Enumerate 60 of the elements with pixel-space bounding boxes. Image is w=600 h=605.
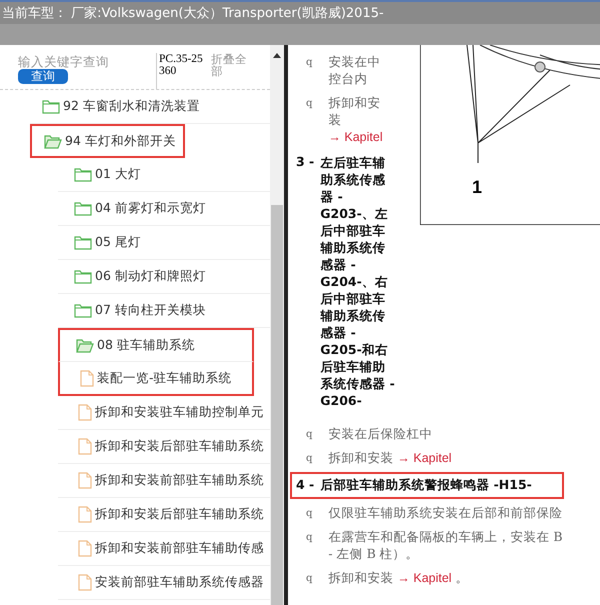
bullet-text: 拆卸和安装	[328, 95, 380, 127]
figure-label: 1	[472, 177, 482, 197]
bullet-marker: q	[305, 428, 312, 442]
search-button[interactable]: 查询	[18, 69, 68, 84]
open-folder-icon	[44, 134, 62, 148]
item-number: 4 -	[296, 477, 314, 494]
open-folder-icon	[76, 338, 94, 353]
tree-item[interactable]: 06 制动灯和牌照灯	[58, 260, 270, 294]
vehicle-title: 当前车型： 厂家:Volkswagen(大众）Transporter(凯路威)2015-	[1, 5, 384, 22]
document-icon	[78, 438, 92, 455]
kapitel-link[interactable]: → Kapitel	[397, 451, 452, 465]
tree-item[interactable]: 安装前部驻车辅助系统传感器	[58, 566, 270, 600]
folder-icon	[74, 201, 92, 216]
document-icon	[78, 472, 92, 489]
tree-item[interactable]: 装配一览-驻车辅助系统	[58, 362, 254, 396]
tree-item[interactable]: 08 驻车辅助系统	[58, 328, 254, 362]
scroll-up-icon[interactable]	[272, 51, 282, 59]
kapitel-link[interactable]: → Kapitel	[328, 130, 383, 144]
part-code: PC.35-25360	[156, 53, 205, 89]
scrollbar[interactable]	[270, 45, 284, 605]
document-icon	[78, 404, 92, 421]
tree-item[interactable]: 拆卸和安装前部驻车辅助系统	[58, 464, 270, 498]
bullet-marker: q	[305, 572, 312, 586]
tree-item[interactable]: 拆卸和安装后部驻车辅助系统	[58, 430, 270, 464]
item-heading: 左后驻车辅助系统传感器 -G203-、左后中部驻车辅助系统传感器 -G204-、右后中部驻车辅助系统传感器 -G205-和右后驻车辅助系统传感器 -G206-	[320, 154, 396, 409]
bullet-marker: q	[305, 507, 312, 521]
document-icon	[78, 574, 92, 591]
bullet-text: 安装在中控台内	[328, 54, 380, 86]
folder-icon	[74, 269, 92, 284]
scroll-thumb[interactable]	[271, 205, 283, 605]
document-icon	[78, 506, 92, 523]
bullet-text: - 左侧 B 柱）。	[328, 546, 420, 563]
folder-icon	[42, 99, 60, 114]
document-icon	[78, 540, 92, 557]
tree-item[interactable]: 01 大灯	[58, 158, 270, 192]
bullet-marker: q	[305, 452, 312, 466]
item-heading: 后部驻车辅助系统警报蜂鸣器 -H15-	[320, 477, 532, 494]
tree-item[interactable]: 05 尾灯	[58, 226, 270, 260]
document-icon	[80, 370, 94, 386]
tree-item[interactable]: 04 前雾灯和示宽灯	[58, 192, 270, 226]
tree-item[interactable]: 92 车窗刮水和清洗装置	[30, 90, 270, 124]
bullet-text: 安装在后保险杠中	[328, 426, 432, 441]
folder-icon	[74, 167, 92, 182]
tree-item[interactable]: 拆卸和安装后部驻车辅助系统	[58, 498, 270, 532]
bullet-marker: q	[305, 531, 312, 545]
bullet-text: 拆卸和安装	[328, 450, 394, 465]
tree-item[interactable]: 拆卸和安装驻车辅助控制单元	[58, 396, 270, 430]
tree-item[interactable]: 94 车灯和外部开关	[30, 124, 185, 158]
bullet-text: 在露营车和配备隔板的车辆上，安装在 B	[328, 529, 563, 544]
bullet-text: 仅限驻车辅助系统安装在后部和前部保险	[328, 505, 562, 520]
item-number: 3 -	[296, 154, 314, 171]
tree-item[interactable]: 拆卸和安装前部驻车辅助传感	[58, 532, 270, 566]
folder-icon	[74, 235, 92, 250]
bullet-text: 。	[456, 570, 469, 585]
bullet-text: 拆卸和安装	[328, 570, 394, 585]
bullet-marker: q	[305, 97, 312, 111]
tree-item[interactable]: 07 转向柱开关模块	[58, 294, 270, 328]
folder-icon	[74, 303, 92, 318]
kapitel-link[interactable]: → Kapitel	[397, 571, 452, 585]
bullet-marker: q	[305, 56, 312, 70]
